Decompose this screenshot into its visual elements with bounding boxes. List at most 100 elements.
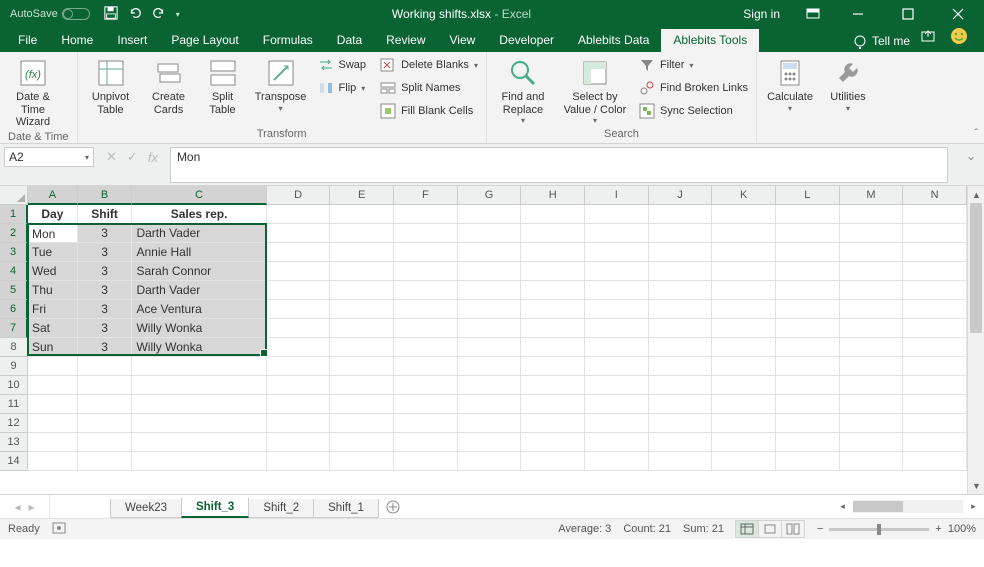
cell[interactable] — [458, 281, 522, 300]
share-icon[interactable] — [920, 28, 936, 47]
cell[interactable] — [712, 224, 776, 243]
cell[interactable] — [330, 414, 394, 433]
cell[interactable] — [903, 224, 967, 243]
cell[interactable] — [649, 338, 713, 357]
cell[interactable] — [585, 300, 649, 319]
cell[interactable] — [649, 281, 713, 300]
cell[interactable] — [132, 376, 266, 395]
cell[interactable] — [903, 357, 967, 376]
cell[interactable]: Darth Vader — [132, 281, 266, 300]
page-layout-view-button[interactable] — [758, 520, 782, 538]
cell[interactable] — [521, 281, 585, 300]
cell[interactable] — [840, 243, 904, 262]
cell[interactable] — [132, 433, 266, 452]
row-header[interactable]: 3 — [0, 243, 28, 262]
column-header[interactable]: M — [840, 186, 904, 205]
cell[interactable] — [330, 319, 394, 338]
cell[interactable] — [267, 319, 331, 338]
utilities-button[interactable]: Utilities ▾ — [823, 55, 873, 115]
normal-view-button[interactable] — [735, 520, 759, 538]
cell[interactable] — [649, 414, 713, 433]
zoom-in-icon[interactable]: + — [935, 523, 941, 535]
cell[interactable]: Tue — [28, 243, 78, 262]
cell[interactable] — [394, 338, 458, 357]
cell[interactable] — [132, 414, 266, 433]
create-cards-button[interactable]: Create Cards — [144, 55, 194, 118]
cell[interactable] — [776, 338, 840, 357]
cell[interactable] — [903, 395, 967, 414]
cell[interactable] — [585, 338, 649, 357]
column-header[interactable]: E — [330, 186, 394, 205]
cell[interactable] — [585, 357, 649, 376]
close-button[interactable] — [936, 0, 980, 28]
cell[interactable] — [330, 357, 394, 376]
cell[interactable] — [78, 376, 133, 395]
cell[interactable] — [28, 395, 78, 414]
cell[interactable]: 3 — [78, 300, 133, 319]
cell[interactable] — [394, 281, 458, 300]
cell[interactable] — [903, 205, 967, 224]
cell[interactable] — [585, 205, 649, 224]
cell[interactable] — [585, 376, 649, 395]
sheet-tab-week23[interactable]: Week23 — [110, 499, 182, 518]
cell[interactable] — [712, 338, 776, 357]
cell[interactable] — [458, 300, 522, 319]
tab-developer[interactable]: Developer — [487, 29, 566, 52]
cell[interactable] — [330, 376, 394, 395]
cell[interactable]: Sales rep. — [132, 205, 266, 224]
cell[interactable] — [521, 319, 585, 338]
cell[interactable]: 3 — [78, 243, 133, 262]
date-time-wizard-button[interactable]: (fx) Date & Time Wizard — [8, 55, 58, 131]
sheet-tab-shift_1[interactable]: Shift_1 — [313, 499, 379, 518]
cell[interactable] — [330, 205, 394, 224]
cell[interactable] — [394, 243, 458, 262]
unpivot-table-button[interactable]: Unpivot Table — [86, 55, 136, 118]
cell[interactable] — [394, 376, 458, 395]
cell[interactable] — [712, 357, 776, 376]
cell[interactable] — [585, 414, 649, 433]
scroll-down-icon[interactable]: ▼ — [968, 477, 984, 494]
cell[interactable] — [28, 433, 78, 452]
cell[interactable] — [712, 395, 776, 414]
cell[interactable]: 3 — [78, 319, 133, 338]
cell[interactable]: Sat — [28, 319, 78, 338]
cell[interactable] — [903, 243, 967, 262]
cell[interactable] — [267, 281, 331, 300]
tab-file[interactable]: File — [6, 29, 49, 52]
cell[interactable] — [903, 281, 967, 300]
cell[interactable] — [394, 262, 458, 281]
cell[interactable]: Darth Vader — [132, 224, 266, 243]
cell[interactable] — [132, 452, 266, 471]
row-header[interactable]: 2 — [0, 224, 28, 243]
scroll-thumb[interactable] — [970, 203, 982, 333]
cell[interactable] — [712, 262, 776, 281]
cell[interactable] — [330, 395, 394, 414]
cell[interactable] — [585, 281, 649, 300]
tab-home[interactable]: Home — [49, 29, 105, 52]
cell[interactable] — [330, 281, 394, 300]
cell[interactable] — [394, 224, 458, 243]
column-header[interactable]: G — [458, 186, 522, 205]
cell[interactable] — [521, 452, 585, 471]
cell[interactable] — [840, 319, 904, 338]
cell[interactable] — [585, 319, 649, 338]
flip-button[interactable]: Flip ▾ — [318, 78, 367, 98]
cell[interactable] — [776, 452, 840, 471]
cell[interactable] — [458, 205, 522, 224]
cell[interactable] — [394, 205, 458, 224]
cell[interactable] — [78, 433, 133, 452]
cell[interactable] — [903, 300, 967, 319]
cell[interactable] — [267, 300, 331, 319]
cell[interactable] — [649, 395, 713, 414]
maximize-button[interactable] — [886, 0, 930, 28]
smiley-icon[interactable] — [950, 27, 968, 48]
cell[interactable] — [840, 414, 904, 433]
cell[interactable] — [649, 319, 713, 338]
column-header[interactable]: K — [712, 186, 776, 205]
cell[interactable] — [521, 243, 585, 262]
cell[interactable] — [649, 205, 713, 224]
zoom-control[interactable]: − + 100% — [817, 523, 976, 535]
tab-page-layout[interactable]: Page Layout — [159, 29, 250, 52]
cell[interactable] — [267, 224, 331, 243]
cell[interactable] — [585, 395, 649, 414]
